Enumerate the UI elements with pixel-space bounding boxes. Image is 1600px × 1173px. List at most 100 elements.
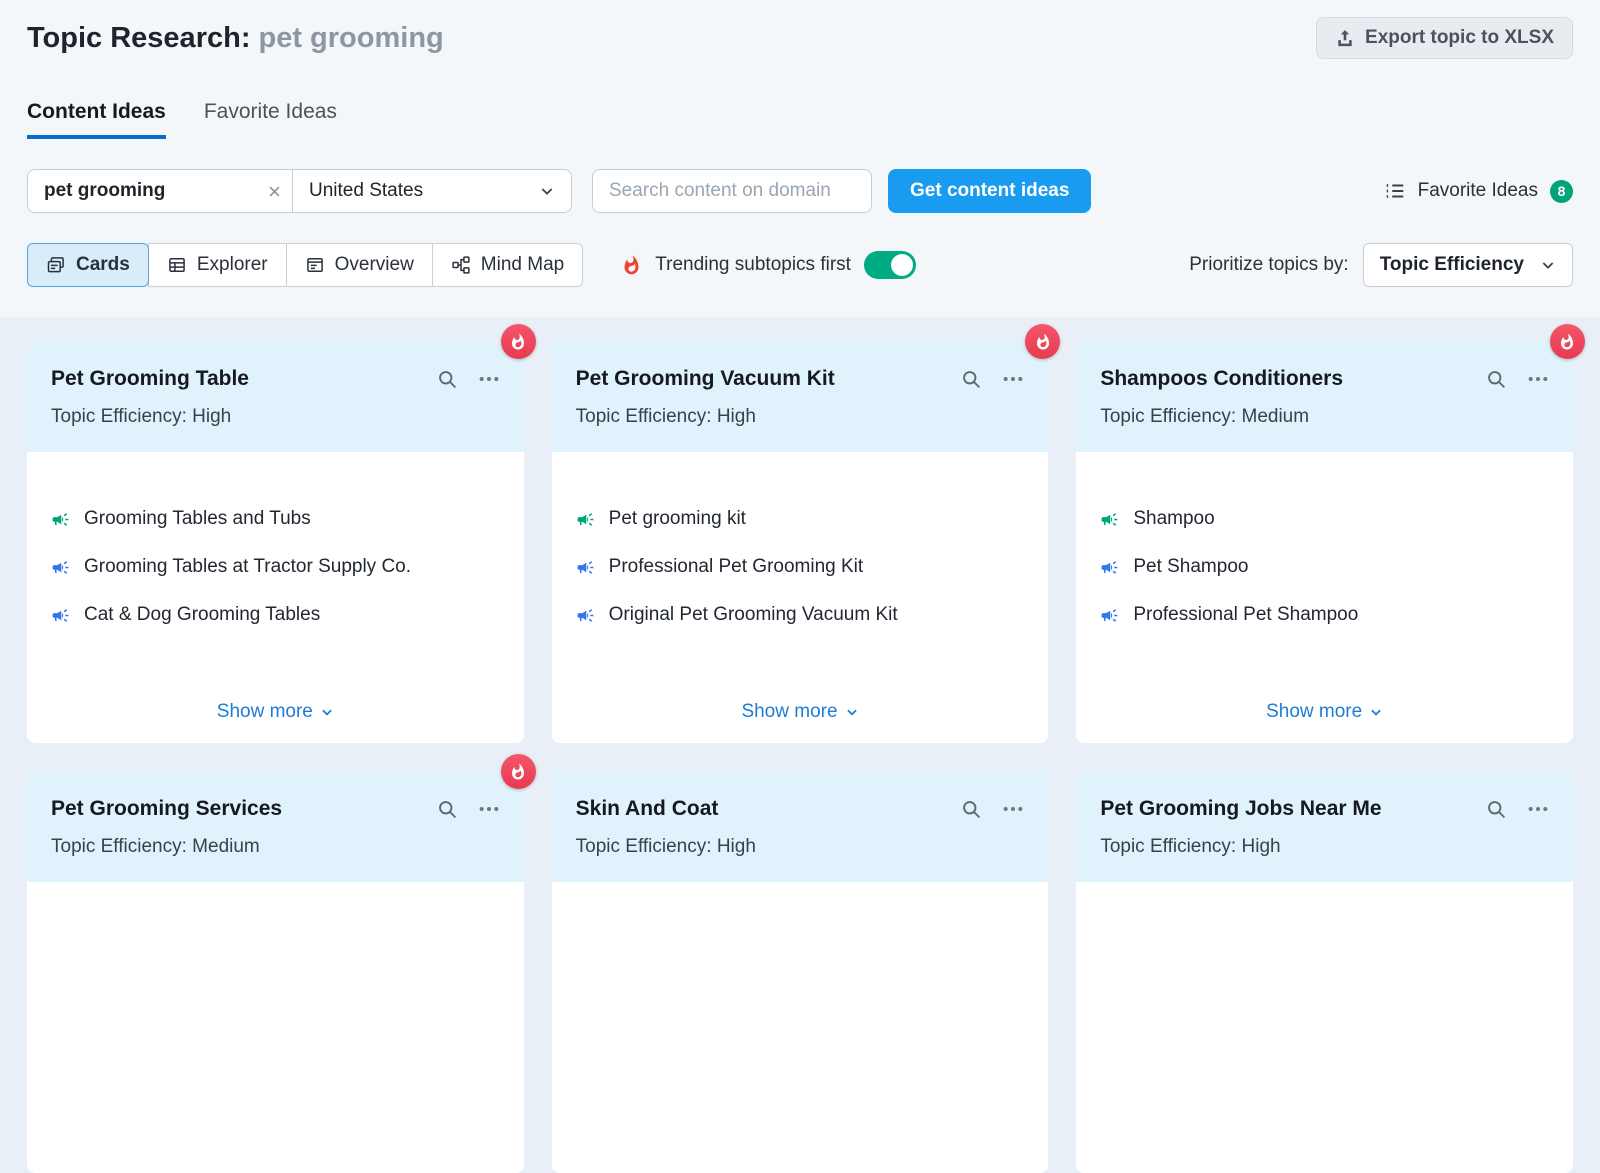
- subtopic-item[interactable]: Cat & Dog Grooming Tables: [51, 604, 500, 626]
- trending-flame-icon: [621, 255, 642, 276]
- export-button[interactable]: Export topic to XLSX: [1316, 17, 1573, 59]
- upload-icon: [1335, 28, 1355, 48]
- subtopic-item[interactable]: Original Pet Grooming Vacuum Kit: [576, 604, 1025, 626]
- prioritize-control: Prioritize topics by: Topic Efficiency: [1189, 243, 1573, 287]
- more-options-icon[interactable]: [1527, 798, 1549, 820]
- view-button-explorer[interactable]: Explorer: [148, 243, 287, 287]
- chevron-down-icon: [320, 705, 334, 719]
- topic-query-input[interactable]: [28, 180, 256, 202]
- view-button-mind-map[interactable]: Mind Map: [432, 243, 583, 287]
- more-options-icon[interactable]: [1002, 368, 1024, 390]
- chevron-down-icon: [539, 183, 555, 199]
- card-title[interactable]: Pet Grooming Vacuum Kit: [576, 367, 962, 391]
- megaphone-icon: [1100, 558, 1119, 577]
- subtopic-item[interactable]: Grooming Tables at Tractor Supply Co.: [51, 556, 500, 578]
- topic-efficiency: Topic Efficiency: High: [1100, 836, 1549, 858]
- card-title[interactable]: Shampoos Conditioners: [1100, 367, 1486, 391]
- tab-favorite-ideas[interactable]: Favorite Ideas: [204, 100, 337, 139]
- subtopic-item[interactable]: Professional Pet Shampoo: [1100, 604, 1549, 626]
- prioritize-select-value: Topic Efficiency: [1380, 254, 1524, 276]
- view-button-cards[interactable]: Cards: [27, 243, 149, 287]
- search-icon[interactable]: [1486, 799, 1507, 820]
- subtopic-label: Grooming Tables at Tractor Supply Co.: [84, 556, 411, 578]
- subtopic-item[interactable]: Pet grooming kit: [576, 508, 1025, 530]
- country-select-value: United States: [309, 180, 423, 202]
- megaphone-icon: [1100, 510, 1119, 529]
- favorite-ideas-link[interactable]: Favorite Ideas 8: [1384, 180, 1573, 203]
- megaphone-icon: [576, 558, 595, 577]
- header-row: Topic Research:pet grooming Export topic…: [27, 14, 1573, 62]
- show-more-link[interactable]: Show more: [1266, 701, 1383, 729]
- card-title[interactable]: Skin And Coat: [576, 797, 962, 821]
- trending-toggle[interactable]: [864, 251, 916, 279]
- tab-content-ideas[interactable]: Content Ideas: [27, 100, 166, 139]
- country-select[interactable]: United States: [293, 180, 571, 202]
- topic-efficiency: Topic Efficiency: High: [576, 836, 1025, 858]
- search-icon[interactable]: [437, 369, 458, 390]
- megaphone-icon: [576, 510, 595, 529]
- megaphone-icon: [576, 606, 595, 625]
- clear-query-icon[interactable]: [256, 184, 292, 199]
- topic-efficiency: Topic Efficiency: Medium: [1100, 406, 1549, 428]
- card-header: Skin And Coat Topic Efficiency: High: [552, 771, 1049, 882]
- more-options-icon[interactable]: [1002, 798, 1024, 820]
- more-options-icon[interactable]: [1527, 368, 1549, 390]
- card-header: Shampoos Conditioners Topic Efficiency: …: [1076, 341, 1573, 452]
- show-more-link[interactable]: Show more: [217, 701, 334, 729]
- megaphone-icon: [51, 606, 70, 625]
- chevron-down-icon: [845, 705, 859, 719]
- subtopic-label: Professional Pet Shampoo: [1133, 604, 1358, 626]
- subtopic-label: Shampoo: [1133, 508, 1214, 530]
- overview-icon: [305, 255, 325, 275]
- card-title[interactable]: Pet Grooming Table: [51, 367, 437, 391]
- card-header: Pet Grooming Table Topic Efficiency: Hig…: [27, 341, 524, 452]
- subtopic-item[interactable]: Shampoo: [1100, 508, 1549, 530]
- view-switcher: Cards Explorer Overview: [27, 243, 583, 287]
- more-options-icon[interactable]: [478, 798, 500, 820]
- domain-search-input[interactable]: [592, 169, 872, 213]
- show-more-link[interactable]: Show more: [741, 701, 858, 729]
- card-body: Pet grooming kit Professional Pet Groomi…: [552, 452, 1049, 743]
- subtopic-item[interactable]: Grooming Tables and Tubs: [51, 508, 500, 530]
- prioritize-label: Prioritize topics by:: [1189, 254, 1348, 276]
- subtopic-item[interactable]: Professional Pet Grooming Kit: [576, 556, 1025, 578]
- search-icon[interactable]: [1486, 369, 1507, 390]
- topic-efficiency: Topic Efficiency: High: [576, 406, 1025, 428]
- card-header: Pet Grooming Jobs Near Me Topic Efficien…: [1076, 771, 1573, 882]
- search-icon[interactable]: [961, 799, 982, 820]
- trending-flame-badge: [501, 324, 536, 359]
- topic-card: Pet Grooming Table Topic Efficiency: Hig…: [27, 341, 524, 743]
- cards-area: Pet Grooming Table Topic Efficiency: Hig…: [0, 317, 1600, 1173]
- prioritize-select[interactable]: Topic Efficiency: [1363, 243, 1573, 287]
- search-row: United States Get content ideas Favorite…: [27, 169, 1573, 213]
- card-header: Pet Grooming Vacuum Kit Topic Efficiency…: [552, 341, 1049, 452]
- more-options-icon[interactable]: [478, 368, 500, 390]
- query-group: United States: [27, 169, 572, 213]
- tabs: Content Ideas Favorite Ideas: [27, 100, 1573, 139]
- view-overview-label: Overview: [335, 254, 414, 276]
- search-icon[interactable]: [437, 799, 458, 820]
- view-button-overview[interactable]: Overview: [286, 243, 433, 287]
- trending-flame-badge: [1550, 324, 1585, 359]
- trending-flame-badge: [1025, 324, 1060, 359]
- view-cards-label: Cards: [76, 254, 130, 276]
- view-explorer-label: Explorer: [197, 254, 268, 276]
- card-title[interactable]: Pet Grooming Jobs Near Me: [1100, 797, 1486, 821]
- chevron-down-icon: [1369, 705, 1383, 719]
- subtopic-label: Pet grooming kit: [609, 508, 746, 530]
- card-body: [1076, 882, 1573, 1173]
- page-title-query: pet grooming: [258, 22, 443, 54]
- cards-row-2: Pet Grooming Services Topic Efficiency: …: [27, 771, 1573, 1173]
- topic-card: Pet Grooming Vacuum Kit Topic Efficiency…: [552, 341, 1049, 743]
- mind-map-icon: [451, 255, 471, 275]
- favorites-list-icon: [1384, 180, 1406, 202]
- subtopic-label: Pet Shampoo: [1133, 556, 1248, 578]
- trending-label: Trending subtopics first: [655, 254, 851, 276]
- export-button-label: Export topic to XLSX: [1365, 27, 1554, 49]
- trending-control: Trending subtopics first: [621, 251, 916, 279]
- card-title[interactable]: Pet Grooming Services: [51, 797, 437, 821]
- topic-research-page: Topic Research:pet grooming Export topic…: [0, 0, 1600, 902]
- search-icon[interactable]: [961, 369, 982, 390]
- subtopic-item[interactable]: Pet Shampoo: [1100, 556, 1549, 578]
- get-content-ideas-button[interactable]: Get content ideas: [888, 169, 1091, 213]
